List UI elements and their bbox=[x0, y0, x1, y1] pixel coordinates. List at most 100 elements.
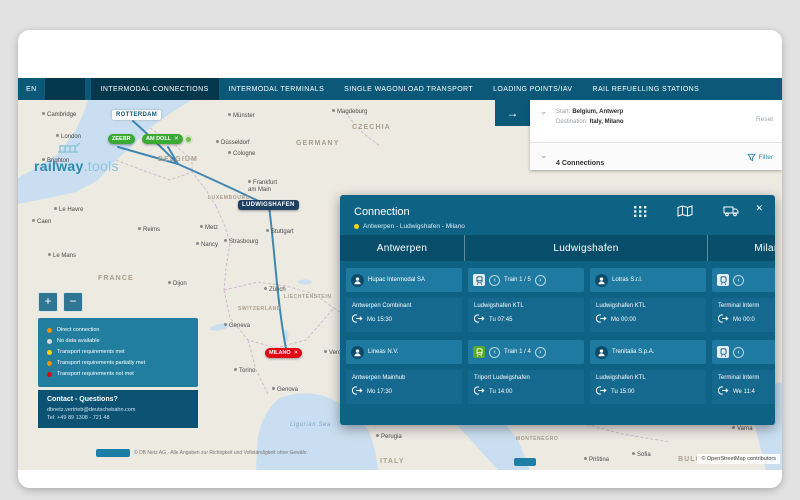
city-label: Nancy bbox=[196, 242, 218, 248]
cluster-marker[interactable] bbox=[184, 135, 193, 144]
am-doll-marker[interactable]: AM DOLL✕ bbox=[142, 134, 183, 144]
chevron-down-icon[interactable]: ⌄ bbox=[540, 152, 548, 159]
city-label: Cologne bbox=[228, 151, 255, 157]
map-disclaimer: © DB Netz AG · Alle Angaben zur Richtigk… bbox=[134, 450, 308, 456]
contact-phone: Tel: +49 89 1308 - 721 48 bbox=[47, 414, 189, 422]
city-label: Zürich bbox=[264, 287, 286, 293]
connection-column-headers: Antwerpen Ludwigshafen Milano bbox=[340, 235, 775, 261]
terminal-card[interactable]: Antwerpen Mainhub Mo 17:30 bbox=[346, 370, 462, 404]
map-badge bbox=[514, 458, 536, 466]
person-icon bbox=[595, 274, 608, 287]
operator-card[interactable]: Lineas N.V. bbox=[346, 340, 462, 364]
city-label: Cambridge bbox=[42, 112, 76, 118]
prev-train-icon[interactable]: ‹ bbox=[489, 347, 500, 358]
contact-email[interactable]: dbnetz.vertrieb@deutschebahn.com bbox=[47, 406, 189, 414]
language-menu-box[interactable] bbox=[45, 78, 85, 100]
next-train-icon[interactable]: › bbox=[535, 347, 546, 358]
city-label: Caen bbox=[32, 219, 51, 225]
city-label: Frankfurt am Main bbox=[248, 180, 284, 193]
train-label: Train 1 / 5 bbox=[504, 277, 531, 283]
nav-item-loading-points[interactable]: LOADING POINTS/IAV bbox=[483, 78, 582, 100]
rotterdam-marker[interactable]: ROTTERDAM bbox=[112, 110, 161, 120]
connection-route: Antwerpen - Ludwigshafen - Milano bbox=[354, 223, 465, 230]
city-label: Le Havre bbox=[54, 207, 83, 213]
terminal-card[interactable]: Ludwigshafen KTL Tu 07:45 bbox=[468, 298, 584, 332]
prev-train-icon[interactable]: ‹ bbox=[733, 275, 744, 286]
train-card[interactable]: ‹ bbox=[712, 340, 775, 364]
ludwigshafen-marker[interactable]: LUDWIGSHAFEN bbox=[238, 200, 299, 210]
connection-panel: Connection Antwerpen - Ludwigshafen - Mi… bbox=[340, 195, 775, 425]
train-icon bbox=[473, 274, 485, 286]
city-label: Geneva bbox=[224, 323, 250, 329]
country-label: ITALY bbox=[380, 458, 405, 465]
train-icon bbox=[717, 274, 729, 286]
chevron-down-icon[interactable]: ⌄ bbox=[540, 108, 548, 115]
destination-label: Destination: bbox=[556, 119, 588, 125]
departure-icon bbox=[474, 314, 485, 325]
zeebrugge-marker[interactable]: ZEEBR bbox=[108, 134, 135, 144]
city-label: Dijon bbox=[168, 281, 187, 287]
filter-button[interactable]: Filter bbox=[747, 153, 773, 162]
legend-item: No data available bbox=[47, 336, 189, 347]
route-summary-row[interactable]: ⌄ Start:Belgium, Antwerp Destination:Ita… bbox=[530, 100, 782, 142]
operator-card[interactable]: Lotras S.r.l. bbox=[590, 268, 706, 292]
train-card[interactable]: ‹ bbox=[712, 268, 775, 292]
city-label: Perugia bbox=[376, 434, 402, 440]
map-legend: Direct connection No data available Tran… bbox=[38, 318, 198, 387]
zoom-in-button[interactable]: + bbox=[38, 292, 58, 312]
nav-item-single-wagonload[interactable]: SINGLE WAGONLOAD TRANSPORT bbox=[334, 78, 483, 100]
language-selector[interactable]: EN bbox=[18, 78, 45, 100]
close-icon[interactable]: ✕ bbox=[294, 350, 299, 356]
grid-view-icon[interactable] bbox=[634, 206, 647, 217]
terminal-card[interactable]: Antwerpen Combinant Mo 15:30 bbox=[346, 298, 462, 332]
departure-icon bbox=[596, 314, 607, 325]
zoom-out-button[interactable]: − bbox=[63, 292, 83, 312]
close-icon[interactable]: ✕ bbox=[755, 203, 763, 214]
departure-icon bbox=[718, 386, 729, 397]
city-label: Reims bbox=[138, 227, 160, 233]
main-navigation: EN INTERMODAL CONNECTIONS INTERMODAL TER… bbox=[18, 78, 782, 100]
city-label: Magdeburg bbox=[332, 109, 367, 115]
country-label: SWITZERLAND bbox=[238, 306, 281, 312]
expand-panel-button[interactable]: → bbox=[495, 100, 530, 126]
contact-box: Contact - Questions? dbnetz.vertrieb@deu… bbox=[38, 390, 198, 428]
nav-item-intermodal-terminals[interactable]: INTERMODAL TERMINALS bbox=[219, 78, 335, 100]
connection-grid: Hupac Intermodal SA ‹ Train 1 / 5 › Lotr… bbox=[340, 261, 775, 425]
truck-view-icon[interactable] bbox=[723, 205, 739, 217]
departure-icon bbox=[474, 386, 485, 397]
terminal-card[interactable]: Ludwigshafen KTL Tu 15:00 bbox=[590, 370, 706, 404]
legend-item: Transport requirements not met bbox=[47, 369, 189, 380]
city-label: Stuttgart bbox=[266, 229, 294, 235]
map-canvas[interactable]: BELGIUM GERMANY LUXEMBOURG FRANCE SWITZE… bbox=[18, 100, 782, 470]
connections-count: 4 Connections bbox=[556, 160, 604, 167]
terminal-card[interactable]: Terminal Interm We 11:4 bbox=[712, 370, 775, 404]
terminal-card[interactable]: Triport Ludwigshafen Tu 14:00 bbox=[468, 370, 584, 404]
operator-card[interactable]: Hupac Intermodal SA bbox=[346, 268, 462, 292]
train-label: Train 1 / 4 bbox=[504, 349, 531, 355]
legend-dot bbox=[47, 372, 52, 377]
reset-button[interactable]: Reset bbox=[756, 116, 773, 123]
close-icon[interactable]: ✕ bbox=[174, 136, 179, 142]
city-label: Priština bbox=[584, 457, 609, 463]
nav-item-intermodal-connections[interactable]: INTERMODAL CONNECTIONS bbox=[91, 78, 219, 100]
map-view-icon[interactable] bbox=[677, 205, 693, 217]
terminal-card[interactable]: Terminal Interm Mo 00:0 bbox=[712, 298, 775, 332]
train-card[interactable]: ‹ Train 1 / 4 › bbox=[468, 340, 584, 364]
city-label: Torino bbox=[234, 368, 255, 374]
connection-title: Connection bbox=[354, 206, 410, 218]
map-badge[interactable] bbox=[96, 449, 130, 457]
prev-train-icon[interactable]: ‹ bbox=[733, 347, 744, 358]
connections-row[interactable]: ⌄ 4 Connections Filter bbox=[530, 142, 782, 170]
filter-icon bbox=[747, 153, 756, 162]
milano-marker[interactable]: MILANO✕ bbox=[265, 348, 302, 358]
prev-train-icon[interactable]: ‹ bbox=[489, 275, 500, 286]
operator-card[interactable]: Trenitalia S.p.A. bbox=[590, 340, 706, 364]
next-train-icon[interactable]: › bbox=[535, 275, 546, 286]
departure-icon bbox=[352, 314, 363, 325]
terminal-card[interactable]: Ludwigshafen KTL Mo 00:00 bbox=[590, 298, 706, 332]
view-switcher bbox=[634, 205, 739, 217]
nav-item-rail-refuelling[interactable]: RAIL REFUELLING STATIONS bbox=[582, 78, 709, 100]
train-card[interactable]: ‹ Train 1 / 5 › bbox=[468, 268, 584, 292]
map-attribution[interactable]: © OpenStreetMap contributors bbox=[697, 454, 780, 464]
departure-icon bbox=[352, 386, 363, 397]
